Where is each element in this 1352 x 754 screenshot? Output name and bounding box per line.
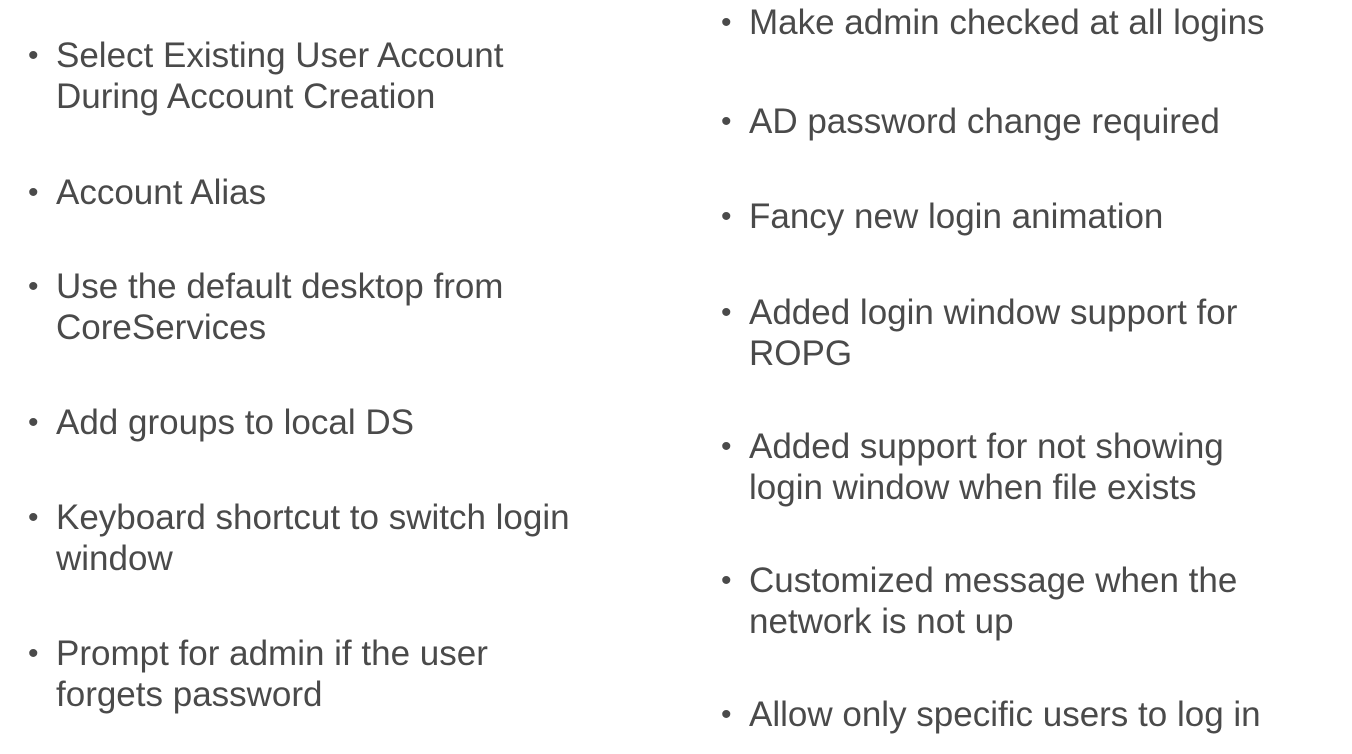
bullet-icon: • — [28, 176, 39, 209]
list-item-text: Add groups to local DS — [56, 403, 414, 442]
bullet-icon: • — [721, 430, 732, 463]
list-item-text: AD password change required — [749, 102, 1220, 141]
bullet-icon: • — [721, 564, 732, 597]
list-item-text: Allow only specific users to log in — [749, 695, 1261, 734]
list-item: • Customized message when the network is… — [715, 560, 1349, 642]
list-item-text: Added login window support for ROPG — [749, 293, 1238, 373]
list-item: • Make admin checked at all logins — [715, 2, 1349, 43]
list-item: • Keyboard shortcut to switch login wind… — [22, 497, 676, 579]
bullet-icon: • — [721, 296, 732, 329]
bullet-icon: • — [721, 698, 732, 731]
list-item: • Use the default desktop from CoreServi… — [22, 266, 676, 348]
list-item: • Allow only specific users to log in — [715, 694, 1349, 735]
list-item-text: Added support for not showing login wind… — [749, 427, 1224, 507]
bullet-icon: • — [28, 637, 39, 670]
list-item-text: Select Existing User Account During Acco… — [56, 36, 504, 116]
list-item: • Add groups to local DS — [22, 402, 676, 443]
list-item-text: Fancy new login animation — [749, 197, 1164, 236]
list-item-text: Make admin checked at all logins — [749, 3, 1265, 42]
bullet-icon: • — [28, 501, 39, 534]
list-item: • Prompt for admin if the user forgets p… — [22, 633, 676, 715]
list-item: • Select Existing User Account During Ac… — [22, 35, 676, 117]
bullet-icon: • — [28, 39, 39, 72]
bullet-icon: • — [721, 200, 732, 233]
bullet-icon: • — [28, 406, 39, 439]
list-item-text: Customized message when the network is n… — [749, 561, 1238, 641]
bullet-icon: • — [721, 6, 732, 39]
bullet-icon: • — [721, 105, 732, 138]
left-bullet-list: • Select Existing User Account During Ac… — [22, 0, 682, 754]
list-item-text: Prompt for admin if the user forgets pas… — [56, 634, 488, 714]
list-item: • Added support for not showing login wi… — [715, 426, 1349, 508]
list-item: • Account Alias — [22, 172, 676, 213]
list-item-text: Account Alias — [56, 173, 267, 212]
list-item: • AD password change required — [715, 101, 1349, 142]
list-item-text: Use the default desktop from CoreService… — [56, 267, 504, 347]
list-item: • Fancy new login animation — [715, 196, 1349, 237]
right-bullet-list: • Make admin checked at all logins • AD … — [715, 0, 1352, 754]
list-item-text: Keyboard shortcut to switch login window — [56, 498, 570, 578]
bullet-icon: • — [28, 270, 39, 303]
list-item: • Added login window support for ROPG — [715, 292, 1349, 374]
